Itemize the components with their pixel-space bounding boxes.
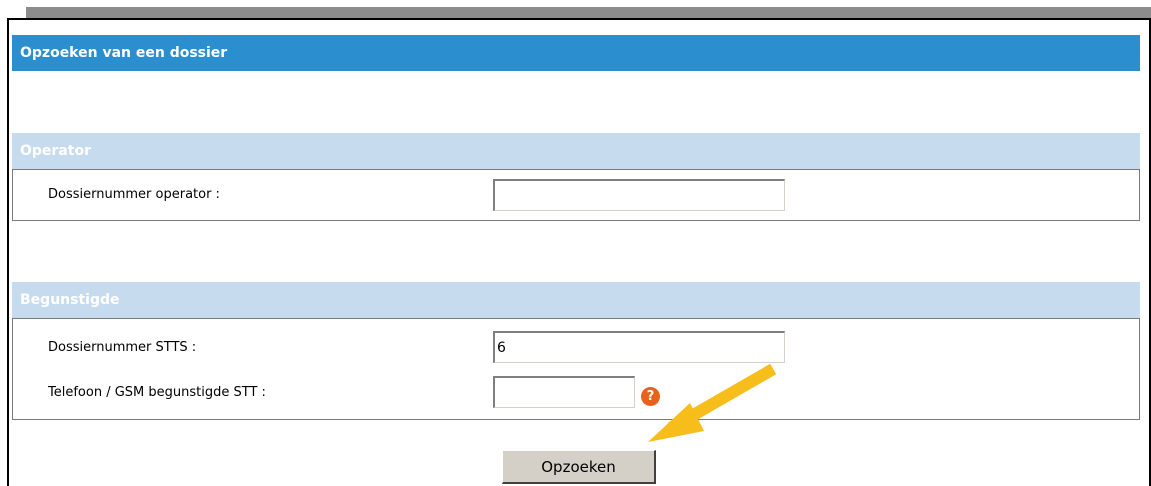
operator-dossier-label: Dossiernummer operator : bbox=[48, 187, 220, 202]
phone-label: Telefoon / GSM begunstigde STT : bbox=[48, 385, 266, 400]
question-mark-icon[interactable]: ? bbox=[641, 387, 660, 406]
stts-dossier-input[interactable] bbox=[493, 331, 785, 363]
phone-input[interactable] bbox=[493, 376, 635, 408]
beneficiary-section-header: Begunstigde bbox=[12, 282, 1140, 318]
operator-dossier-input[interactable] bbox=[493, 179, 785, 211]
stts-dossier-label: Dossiernummer STTS : bbox=[48, 340, 197, 355]
page-title: Opzoeken van een dossier bbox=[12, 35, 1140, 71]
search-button[interactable]: Opzoeken bbox=[502, 450, 656, 484]
operator-section-header: Operator bbox=[12, 133, 1140, 169]
